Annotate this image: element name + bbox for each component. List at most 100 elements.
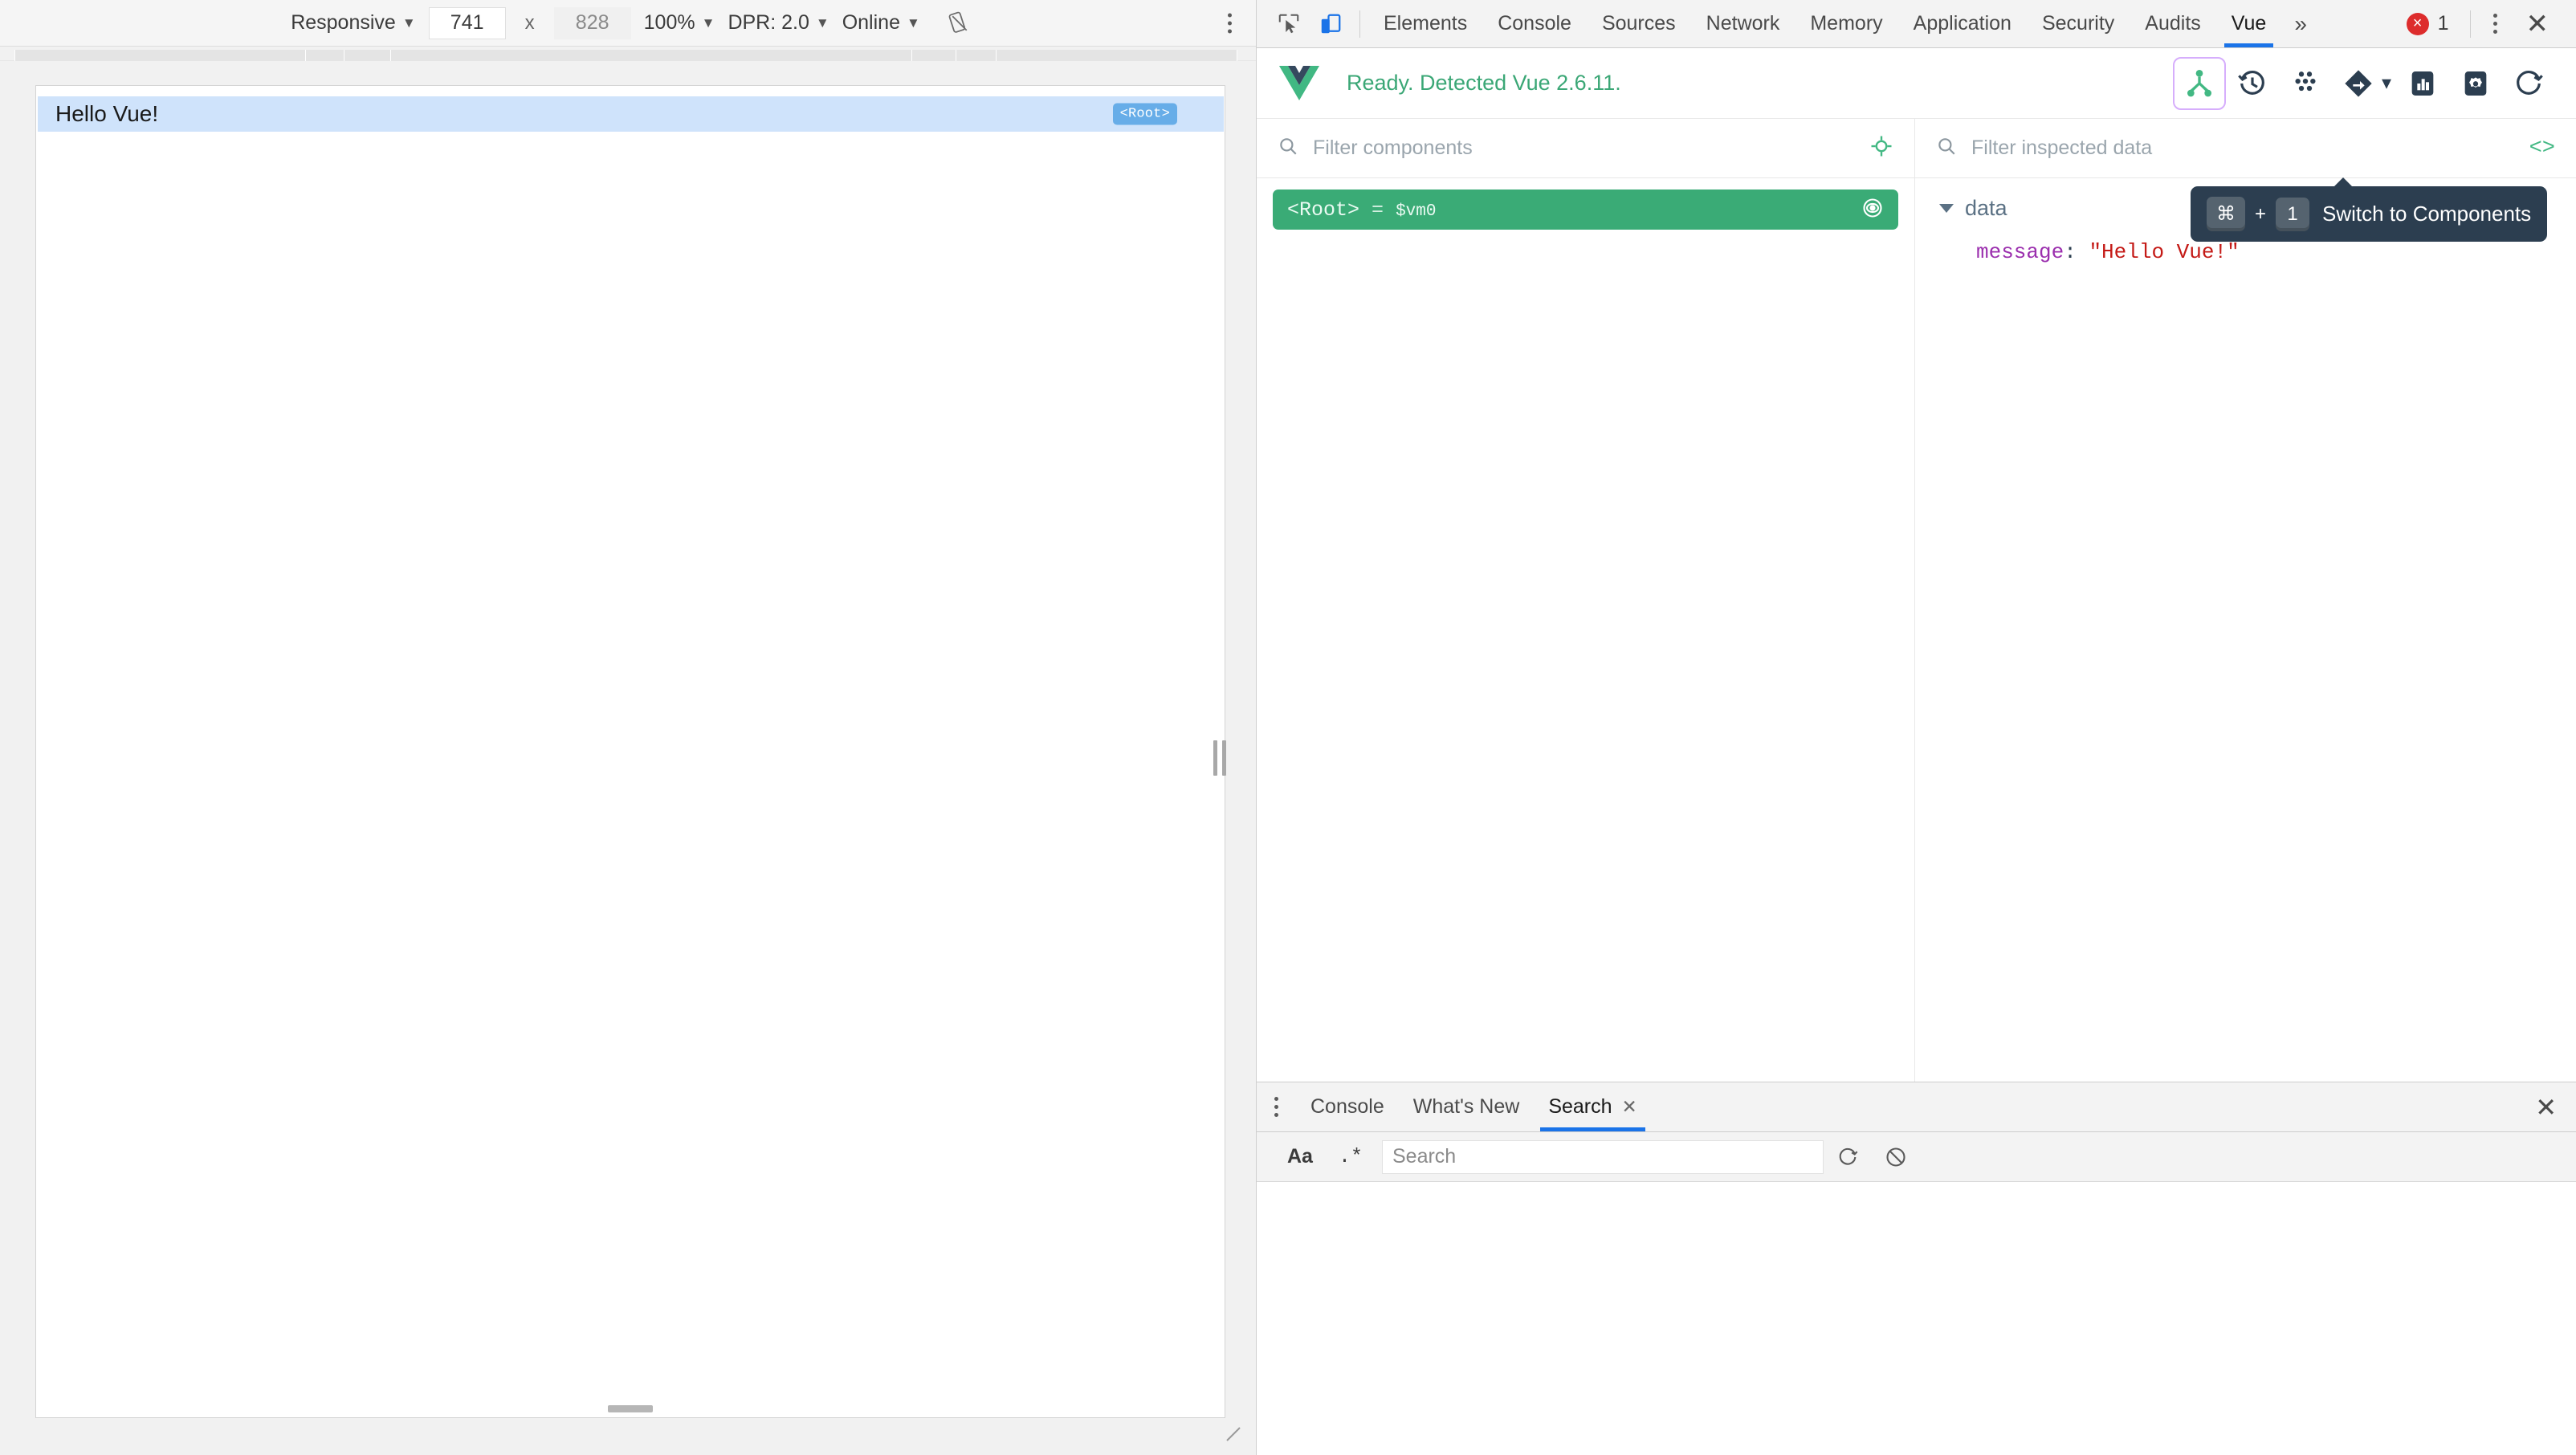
- tab-sources[interactable]: Sources: [1587, 0, 1691, 47]
- ruler-tick: [390, 50, 391, 61]
- kebab-dot: [1274, 1097, 1278, 1101]
- ruler-tick: [14, 50, 15, 61]
- device-toolbar-more-icon[interactable]: [1228, 13, 1232, 33]
- tab-label: Application: [1913, 12, 2011, 35]
- viewport-ruler: [0, 47, 1256, 61]
- vuex-tab-icon[interactable]: [2279, 57, 2332, 110]
- rendered-page: Hello Vue! <Root>: [35, 85, 1225, 1418]
- clear-icon[interactable]: [1872, 1146, 1920, 1168]
- use-regex-button[interactable]: .*: [1326, 1145, 1376, 1168]
- component-tree-row-root[interactable]: <Root> = $vm0: [1273, 190, 1898, 230]
- tab-network[interactable]: Network: [1691, 0, 1795, 47]
- rotate-device-icon[interactable]: [948, 11, 972, 35]
- tooltip-modifier-key: ⌘: [2207, 197, 2245, 231]
- drawer-tab-console[interactable]: Console: [1296, 1082, 1399, 1131]
- viewport-resize-corner-handle[interactable]: [1224, 1424, 1241, 1442]
- ruler-tick: [911, 50, 912, 61]
- component-tag: <Root>: [1287, 198, 1360, 222]
- vue-action-buttons: ▾: [2172, 56, 2555, 110]
- tab-application[interactable]: Application: [1898, 0, 2027, 47]
- tab-elements[interactable]: Elements: [1368, 0, 1482, 47]
- inspect-element-icon[interactable]: [1268, 3, 1310, 45]
- chevron-down-icon[interactable]: ▾: [2382, 71, 2391, 95]
- devtools-more-icon[interactable]: [2479, 14, 2512, 34]
- refresh-icon[interactable]: [1824, 1146, 1872, 1168]
- filter-components-input[interactable]: [1313, 137, 1763, 160]
- grip-bar: [1213, 740, 1217, 776]
- tab-overflow-label: »: [2294, 10, 2307, 36]
- toggle-device-toolbar-icon[interactable]: [1310, 3, 1351, 45]
- inspected-data-filter-group: <>: [1915, 119, 2576, 177]
- close-devtools-icon[interactable]: ✕: [2512, 10, 2564, 38]
- filter-inspected-data-input[interactable]: [1971, 137, 2309, 160]
- drawer-tab-search[interactable]: Search ✕: [1534, 1082, 1652, 1131]
- error-badge[interactable]: × 1: [2394, 12, 2462, 35]
- inspected-data-pane: data message: "Hello Vue!": [1915, 178, 2576, 1082]
- tab-console[interactable]: Console: [1482, 0, 1587, 47]
- viewport-width-input[interactable]: 741: [422, 6, 512, 39]
- ruler-track: [14, 50, 1237, 61]
- drawer-tab-label: Search: [1548, 1095, 1612, 1118]
- chevron-down-icon: [1939, 204, 1954, 213]
- error-count: 1: [2437, 12, 2449, 35]
- routing-tab-group: ▾: [2332, 57, 2396, 110]
- tab-audits[interactable]: Audits: [2130, 0, 2215, 47]
- components-tab-icon[interactable]: [2172, 56, 2226, 110]
- viewport-height-input[interactable]: 828: [548, 6, 638, 39]
- kebab-dot: [2492, 22, 2497, 26]
- drawer-more-icon[interactable]: [1257, 1082, 1296, 1131]
- search-toolbar: Aa .*: [1257, 1132, 2576, 1182]
- eye-icon[interactable]: [1861, 197, 1884, 223]
- tab-security[interactable]: Security: [2027, 0, 2130, 47]
- routing-tab-icon[interactable]: [2332, 57, 2385, 110]
- search-results-area: [1257, 1182, 2576, 1455]
- timeline-tab-icon[interactable]: [2226, 57, 2279, 110]
- viewport-width-value: 741: [428, 6, 506, 39]
- close-icon[interactable]: ✕: [1622, 1096, 1637, 1118]
- device-preset-select[interactable]: Responsive ▼: [284, 11, 422, 35]
- kebab-dot: [1274, 1113, 1278, 1117]
- search-input[interactable]: [1381, 1139, 1824, 1174]
- component-badge: <Root>: [1112, 103, 1177, 125]
- settings-icon[interactable]: [2449, 57, 2502, 110]
- dpr-select[interactable]: DPR: 2.0 ▼: [721, 11, 835, 35]
- performance-tab-icon[interactable]: [2396, 57, 2449, 110]
- tab-label: Elements: [1384, 12, 1468, 35]
- data-entry-value: "Hello Vue!": [2089, 240, 2240, 264]
- close-drawer-icon[interactable]: ✕: [2516, 1082, 2576, 1131]
- tab-label: Security: [2041, 12, 2115, 35]
- zoom-label: 100%: [643, 11, 695, 34]
- dimension-separator: x: [524, 11, 535, 34]
- refresh-icon[interactable]: [2502, 57, 2555, 110]
- devtools-tabbar: Elements Console Sources Network Memory …: [1257, 0, 2576, 48]
- tab-label: Vue: [2231, 12, 2267, 35]
- throttling-select[interactable]: Online ▼: [836, 11, 927, 35]
- match-case-button[interactable]: Aa: [1274, 1145, 1326, 1168]
- viewport-resize-bottom-handle[interactable]: [608, 1405, 653, 1412]
- chevron-down-icon: ▼: [401, 14, 416, 31]
- device-toolbar-controls: Responsive ▼ 741 x 828 100% ▼ DPR: 2.0 ▼: [284, 6, 972, 39]
- device-emulation-pane: Responsive ▼ 741 x 828 100% ▼ DPR: 2.0 ▼: [0, 0, 1257, 1455]
- data-entry-colon: :: [2064, 240, 2077, 264]
- chevron-down-icon: ▼: [906, 14, 920, 31]
- tab-vue[interactable]: Vue: [2216, 0, 2282, 47]
- vue-logo-icon: [1278, 64, 1321, 103]
- component-tree-row-label: <Root> = $vm0: [1287, 198, 1436, 222]
- keyboard-shortcut-tooltip: ⌘ + 1 Switch to Components: [2191, 177, 2548, 242]
- kebab-dot: [2492, 14, 2497, 18]
- drawer-tab-whats-new[interactable]: What's New: [1399, 1082, 1535, 1131]
- toggle-raw-code-icon[interactable]: <>: [2529, 137, 2555, 161]
- target-crosshair-icon[interactable]: [1869, 134, 1893, 162]
- component-tree-pane: <Root> = $vm0: [1257, 178, 1915, 1082]
- component-filter-group: [1257, 119, 1915, 177]
- tab-overflow-icon[interactable]: »: [2281, 0, 2320, 47]
- tab-label: Audits: [2145, 12, 2201, 35]
- tabbar-right-controls: × 1 ✕: [2394, 10, 2576, 38]
- search-icon: [1278, 136, 1298, 161]
- viewport-resize-right-handle[interactable]: [1213, 61, 1226, 1455]
- dpr-label: DPR: 2.0: [728, 11, 809, 34]
- drawer-tab-label: Console: [1310, 1095, 1384, 1118]
- zoom-select[interactable]: 100% ▼: [638, 11, 722, 35]
- highlighted-element[interactable]: Hello Vue! <Root>: [38, 96, 1224, 132]
- tab-memory[interactable]: Memory: [1795, 0, 1897, 47]
